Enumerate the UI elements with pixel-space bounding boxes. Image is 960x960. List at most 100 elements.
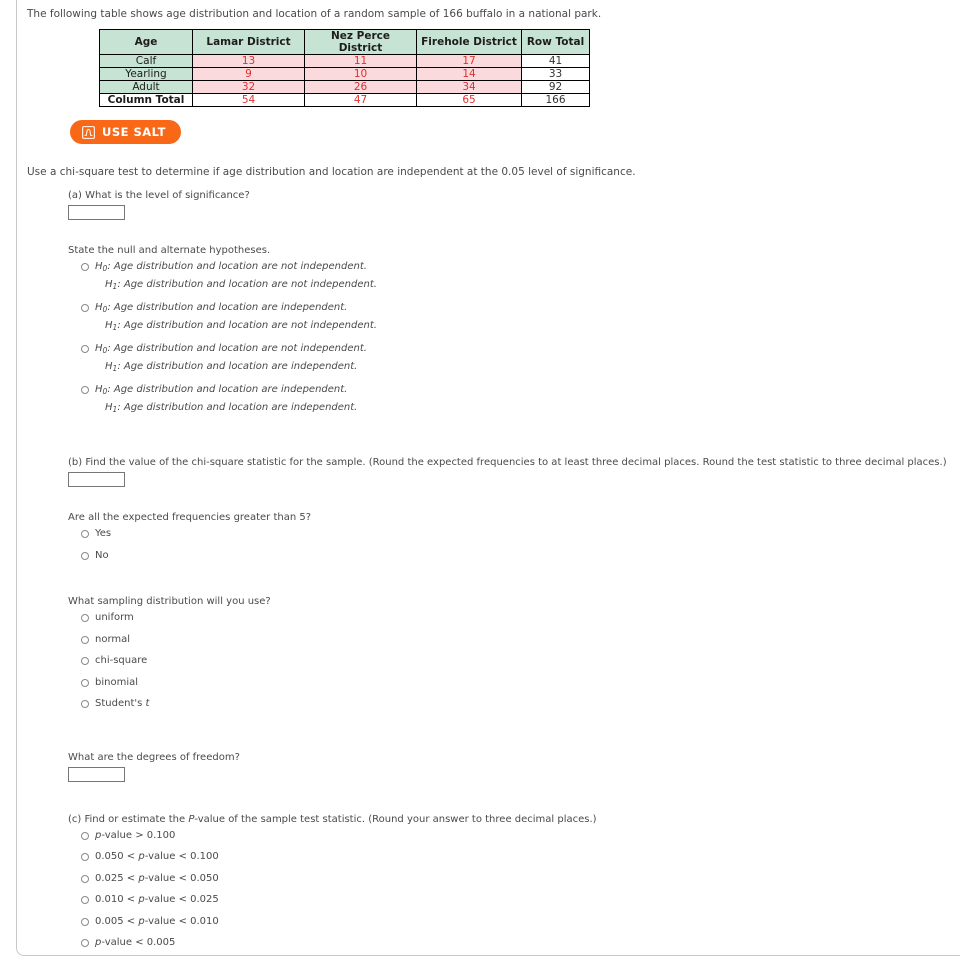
radio-p-value-6[interactable] [81, 939, 89, 948]
distribution-chart-icon [82, 125, 95, 139]
dist-option-chi-square-label: chi-square [95, 655, 148, 667]
p-value-option-1-label: p-value > 0.100 [95, 829, 176, 841]
hypotheses-option-group: H0: Age distribution and location are no… [81, 261, 960, 414]
cell-calf-fire: 17 [416, 54, 522, 69]
radio-p-value-2[interactable] [81, 853, 89, 862]
col-header-firehole: Firehole District [416, 29, 522, 56]
row-label-adult: Adult [99, 80, 193, 95]
table-row: Yearling 9 10 14 33 [99, 67, 590, 82]
hypothesis-option-1[interactable]: H0: Age distribution and location are no… [81, 261, 960, 291]
radio-p-value-5[interactable] [81, 917, 89, 926]
sampling-distribution-option-group: uniform normal chi-square binomial Stude… [81, 612, 960, 711]
cell-adult-nez: 26 [304, 80, 417, 95]
hypothesis-option-3-h0: H0: Age distribution and location are no… [95, 343, 367, 356]
radio-freq-yes[interactable] [81, 530, 89, 539]
cell-yearling-nez: 10 [304, 67, 417, 82]
content-panel: The following table shows age distributi… [16, 0, 960, 956]
use-salt-button[interactable]: USE SALT [70, 120, 181, 145]
use-salt-label: USE SALT [102, 125, 166, 140]
sampling-distribution-prompt: What sampling distribution will you use? [68, 596, 271, 608]
p-value-option-group: p-value > 0.100 0.050 < p-value < 0.100 … [81, 830, 960, 950]
contingency-table: Age Lamar District Nez Perce District Fi… [99, 29, 590, 108]
dist-option-students-t[interactable]: Student's t [81, 698, 960, 711]
expected-frequencies-option-group: Yes No [81, 528, 960, 562]
cell-calf-lamar: 13 [192, 54, 305, 69]
freq-option-yes-label: Yes [95, 528, 112, 540]
radio-dist-chi-square[interactable] [81, 657, 89, 666]
cell-calf-total: 41 [521, 54, 590, 69]
p-value-option-3-label: 0.025 < p-value < 0.050 [95, 872, 219, 884]
table-row: Calf 13 11 17 41 [99, 54, 590, 69]
page-root: The following table shows age distributi… [0, 0, 960, 960]
cell-yearling-lamar: 9 [192, 67, 305, 82]
radio-hypothesis-1[interactable] [81, 263, 89, 272]
dist-option-binomial[interactable]: binomial [81, 677, 960, 690]
col-header-nez-perce: Nez Perce District [304, 29, 417, 56]
row-label-calf: Calf [99, 54, 193, 69]
cell-yearling-fire: 14 [416, 67, 522, 82]
row-label-column-total: Column Total [99, 93, 193, 108]
dist-option-normal[interactable]: normal [81, 634, 960, 647]
expected-frequencies-prompt: Are all the expected frequencies greater… [68, 512, 312, 524]
p-value-option-6[interactable]: p-value < 0.005 [81, 937, 960, 950]
radio-p-value-1[interactable] [81, 831, 89, 840]
table-total-row: Column Total 54 47 65 166 [99, 93, 590, 108]
degrees-of-freedom-prompt: What are the degrees of freedom? [68, 751, 240, 763]
dist-option-students-t-label: Student's t [95, 698, 150, 710]
hypothesis-option-4[interactable]: H0: Age distribution and location are in… [81, 384, 960, 414]
p-value-option-3[interactable]: 0.025 < p-value < 0.050 [81, 873, 960, 886]
hypothesis-option-2-h1: H1: Age distribution and location are no… [105, 319, 377, 332]
radio-dist-uniform[interactable] [81, 614, 89, 623]
hypothesis-option-4-h0: H0: Age distribution and location are in… [95, 384, 348, 397]
chi-square-statistic-input[interactable] [68, 472, 125, 488]
cell-adult-lamar: 32 [192, 80, 305, 95]
row-label-yearling: Yearling [99, 67, 193, 82]
radio-p-value-3[interactable] [81, 874, 89, 883]
col-header-lamar: Lamar District [192, 29, 305, 56]
radio-hypothesis-2[interactable] [81, 304, 89, 313]
intro-text: The following table shows age distributi… [27, 8, 602, 20]
part-b-question: (b) Find the value of the chi-square sta… [68, 457, 947, 469]
dist-option-chi-square[interactable]: chi-square [81, 655, 960, 668]
p-value-option-5-label: 0.005 < p-value < 0.010 [95, 915, 219, 927]
hypothesis-option-2[interactable]: H0: Age distribution and location are in… [81, 302, 960, 332]
dist-option-normal-label: normal [95, 633, 131, 645]
hypothesis-option-3-h1: H1: Age distribution and location are in… [105, 360, 358, 373]
part-c-question: (c) Find or estimate the P-value of the … [68, 813, 597, 825]
hypothesis-option-1-h0: H0: Age distribution and location are no… [95, 261, 367, 274]
col-header-row-total: Row Total [521, 29, 590, 56]
dist-option-binomial-label: binomial [95, 676, 139, 688]
freq-option-no-label: No [95, 549, 109, 561]
radio-hypothesis-3[interactable] [81, 345, 89, 354]
radio-freq-no[interactable] [81, 551, 89, 560]
cell-yearling-total: 33 [521, 67, 590, 82]
cell-adult-fire: 34 [416, 80, 522, 95]
radio-dist-students-t[interactable] [81, 700, 89, 709]
hypothesis-option-1-h1: H1: Age distribution and location are no… [105, 278, 377, 291]
level-of-significance-input[interactable] [68, 205, 125, 221]
lead-instruction: Use a chi-square test to determine if ag… [27, 166, 636, 179]
hypothesis-option-3[interactable]: H0: Age distribution and location are no… [81, 343, 960, 373]
radio-dist-normal[interactable] [81, 635, 89, 644]
cell-total-nez: 47 [304, 93, 417, 108]
contingency-table-wrapper: Age Lamar District Nez Perce District Fi… [99, 29, 960, 108]
radio-hypothesis-4[interactable] [81, 386, 89, 395]
part-a-question: (a) What is the level of significance? [68, 190, 250, 202]
cell-total-fire: 65 [416, 93, 522, 108]
hypotheses-prompt: State the null and alternate hypotheses. [68, 245, 271, 257]
p-value-option-5[interactable]: 0.005 < p-value < 0.010 [81, 916, 960, 929]
degrees-of-freedom-input[interactable] [68, 766, 125, 782]
p-value-option-1[interactable]: p-value > 0.100 [81, 830, 960, 843]
p-value-option-4[interactable]: 0.010 < p-value < 0.025 [81, 894, 960, 907]
freq-option-no[interactable]: No [81, 550, 960, 563]
radio-dist-binomial[interactable] [81, 678, 89, 687]
dist-option-uniform-label: uniform [95, 612, 134, 624]
p-value-option-2[interactable]: 0.050 < p-value < 0.100 [81, 851, 960, 864]
freq-option-yes[interactable]: Yes [81, 528, 960, 541]
p-value-option-6-label: p-value < 0.005 [95, 937, 176, 949]
p-value-option-2-label: 0.050 < p-value < 0.100 [95, 851, 219, 863]
p-value-option-4-label: 0.010 < p-value < 0.025 [95, 894, 219, 906]
radio-p-value-4[interactable] [81, 896, 89, 905]
cell-adult-total: 92 [521, 80, 590, 95]
dist-option-uniform[interactable]: uniform [81, 612, 960, 625]
